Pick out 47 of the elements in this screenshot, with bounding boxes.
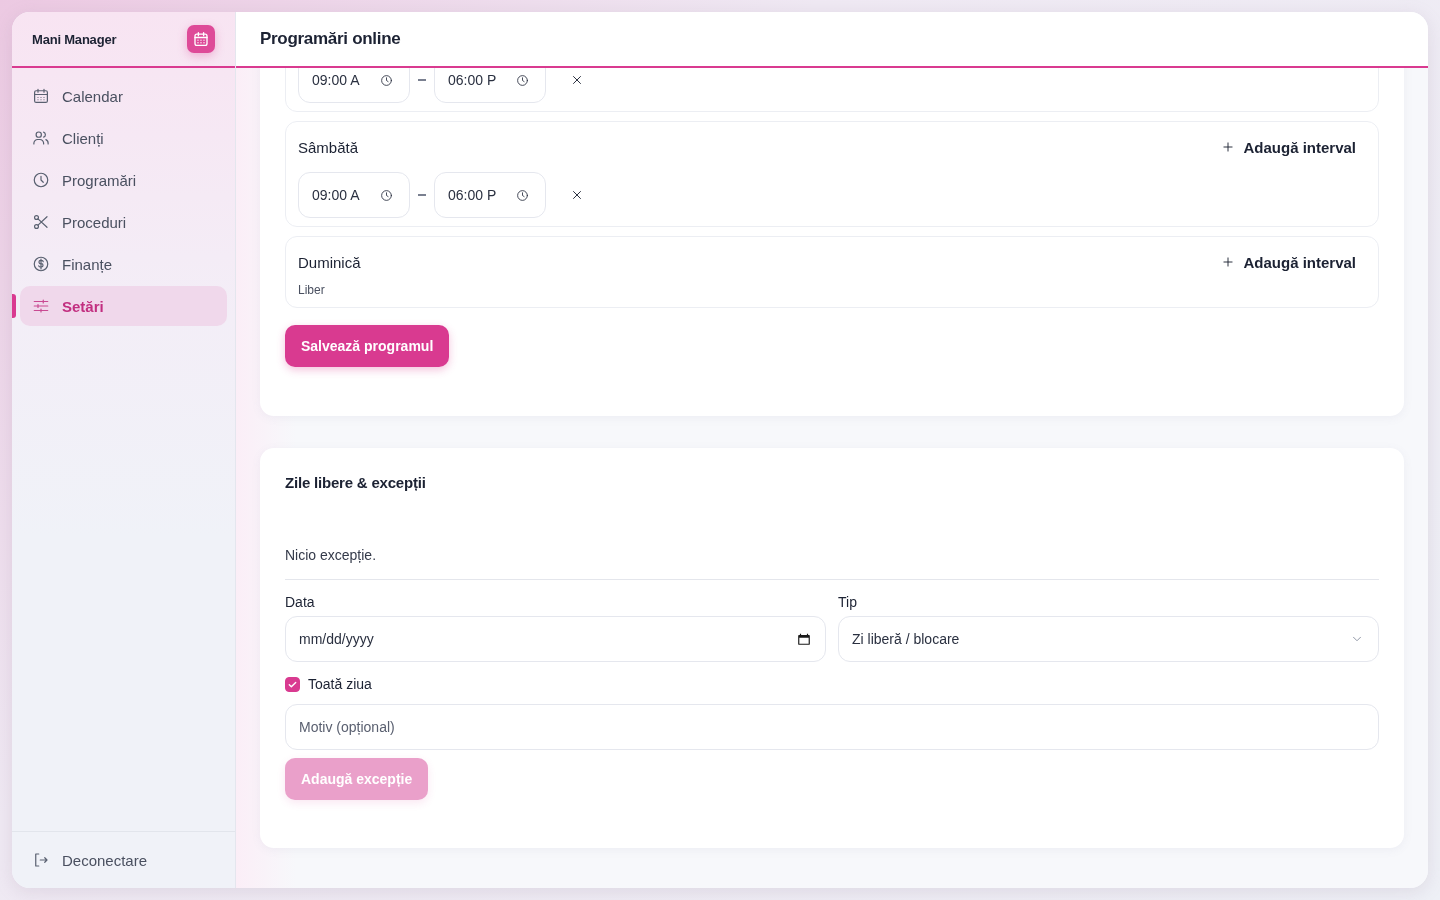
day-name: Sâmbătă [298,138,359,156]
users-icon [32,129,50,147]
add-interval-button[interactable]: Adaugă interval [1211,253,1366,271]
clock-icon [380,188,393,202]
clock-icon [32,171,50,189]
empty-message: Nicio excepție. [285,547,378,563]
calendar-logo-icon [187,25,215,53]
app-name: Mani Manager [32,31,117,47]
time-field[interactable]: 06:00 P [434,172,546,218]
page-title: Programări online [260,29,401,49]
nav-item[interactable]: Finanțe [20,244,227,284]
dash-icon [418,194,426,196]
day-status: Liber [298,283,326,299]
checkbox[interactable] [285,676,300,692]
time-field[interactable]: 06:00 P [434,68,546,103]
type-dropdown[interactable]: Zi liberă / blocare [838,616,1379,662]
clock-icon [516,188,529,202]
nav-item[interactable]: Proceduri [20,202,227,242]
time-field[interactable]: 09:00 A [298,172,410,218]
logout-link[interactable]: Deconectare [20,851,160,869]
nav-item[interactable]: Programări [20,160,227,200]
date-field[interactable]: mm/dd/yyyy [285,616,826,662]
plus-icon [1221,255,1236,269]
sliders-icon [32,297,50,315]
dash-icon [418,79,426,81]
field-label: Tip [838,594,858,610]
time-field[interactable]: 09:00 A [298,68,410,103]
save-button[interactable]: Salvează programul [285,325,450,367]
scissors-icon [32,213,50,231]
clock-icon [516,73,529,87]
close-icon [570,188,584,202]
day-name: Duminică [298,253,361,271]
clock-icon [380,73,393,87]
checkbox-label: Toată ziua [308,676,372,692]
plus-icon [1221,140,1236,154]
reason-field[interactable]: Motiv (opțional) [285,704,1379,750]
nav-item[interactable]: Calendar [20,76,227,116]
close-icon [570,73,584,87]
logout-icon [32,851,50,869]
add-interval-button[interactable]: Adaugă interval [1211,138,1366,156]
dollar-icon [32,255,50,273]
field-label: Data [285,594,316,610]
section-title: Zile libere & excepții [285,474,427,491]
active-indicator [12,294,16,318]
calendar-icon [32,87,50,105]
nav-item[interactable]: Clienți [20,118,227,158]
calendar-icon [797,632,811,646]
